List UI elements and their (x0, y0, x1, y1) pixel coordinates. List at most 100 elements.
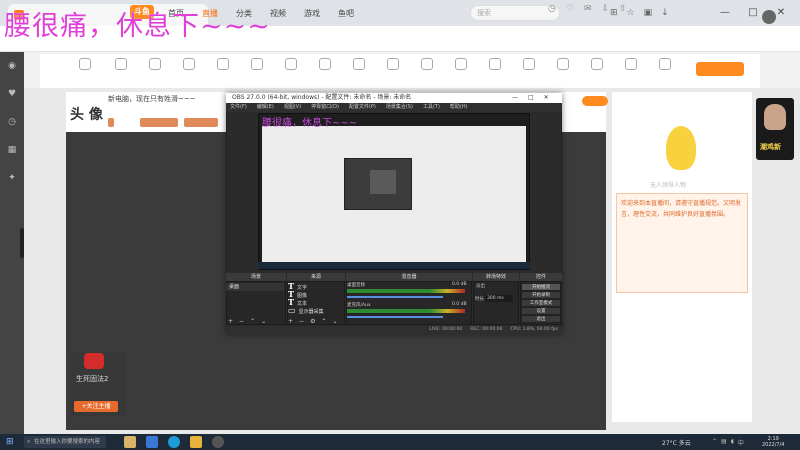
category-item[interactable] (208, 58, 238, 72)
category-item[interactable] (480, 58, 510, 72)
scene-item[interactable]: 桌面 (226, 283, 284, 291)
sidebar-shop-icon[interactable]: ✦ (0, 164, 24, 192)
windows-start-icon[interactable]: ⊞ (6, 437, 14, 447)
download-client-icon[interactable]: ⇩ (601, 4, 609, 14)
remove-icon[interactable]: − (299, 318, 304, 325)
gear-icon[interactable]: ⚙ (310, 318, 315, 325)
remove-icon[interactable]: − (239, 318, 244, 325)
start-streaming-button[interactable]: 开始推流 (521, 283, 561, 291)
nav-fish-bar[interactable]: 鱼吧 (338, 8, 354, 19)
message-icon[interactable]: ✉ (584, 4, 592, 14)
sidebar-history-icon[interactable]: ◷ (0, 108, 24, 136)
follow-button[interactable] (582, 96, 608, 106)
obs-menu-edit[interactable]: 编辑(E) (257, 103, 274, 112)
obs-menu-docks[interactable]: 停靠窗口(D) (311, 103, 339, 112)
nav-video[interactable]: 视频 (270, 8, 286, 19)
source-item[interactable]: T 文本 (288, 298, 344, 307)
category-icon (421, 58, 433, 70)
network-icon[interactable]: ▤ (721, 438, 727, 447)
room-tag[interactable] (184, 118, 218, 127)
star-icon[interactable]: ☆ (627, 8, 635, 18)
follow-icon[interactable]: ♡ (566, 4, 574, 14)
settings-button[interactable]: 设置 (521, 307, 561, 315)
rec-status: REC: 00:00:00 (470, 327, 503, 332)
category-icon (591, 58, 603, 70)
obs-app-icon[interactable] (212, 436, 224, 448)
sidebar-recommend-icon[interactable]: ◉ (0, 52, 24, 80)
obs-menu-file[interactable]: 文件(F) (230, 103, 247, 112)
category-item[interactable] (548, 58, 578, 72)
source-item[interactable]: T 文字 (288, 282, 344, 291)
transition-duration-input[interactable]: 300 ms (485, 295, 513, 302)
obs-menu-scene-collection[interactable]: 场景集合(S) (386, 103, 413, 112)
start-recording-button[interactable]: 开始录制 (521, 291, 561, 299)
category-item[interactable] (378, 58, 408, 72)
up-icon[interactable]: ⌃ (250, 318, 255, 325)
add-icon[interactable]: + (288, 318, 293, 325)
streamer-follow-button[interactable]: +关注主播 (74, 401, 118, 412)
studio-mode-button[interactable]: 工作室模式 (521, 299, 561, 307)
obs-maximize-button[interactable]: □ (528, 93, 534, 103)
down-icon[interactable]: ⌄ (332, 318, 337, 325)
source-item[interactable]: ▭ 显示器采集 (288, 306, 344, 315)
nav-game[interactable]: 游戏 (304, 8, 320, 19)
category-item[interactable] (514, 58, 544, 72)
category-item[interactable] (106, 58, 136, 72)
category-item[interactable] (344, 58, 374, 72)
down-icon[interactable]: ⌄ (261, 318, 266, 325)
preview-taskbar (258, 262, 530, 269)
obs-menubar: 文件(F) 编辑(E) 视图(V) 停靠窗口(D) 配置文件(P) 场景集合(S… (226, 103, 562, 112)
download-icon[interactable]: ↓ (661, 8, 669, 18)
obs-menu-help[interactable]: 帮助(H) (450, 103, 468, 112)
file-explorer-icon[interactable] (190, 436, 202, 448)
ad-text: 潮鸡新 (760, 143, 781, 151)
room-tag[interactable] (140, 118, 178, 127)
taskbar-clock[interactable]: 2:19 2022/7/4 (762, 436, 784, 448)
category-item[interactable] (310, 58, 340, 72)
taskbar-app-icon[interactable] (124, 436, 136, 448)
obs-menu-view[interactable]: 视图(V) (284, 103, 301, 112)
taskbar-search-input[interactable]: 在这里输入你要搜索的内容 (24, 436, 106, 448)
add-icon[interactable]: + (228, 318, 233, 325)
exit-button[interactable]: 退出 (521, 315, 561, 323)
obs-menu-profile[interactable]: 配置文件(P) (349, 103, 376, 112)
collection-icon[interactable]: ▣ (644, 8, 653, 18)
source-item[interactable]: T 图像 (288, 290, 344, 299)
obs-minimize-button[interactable]: — (512, 93, 518, 103)
obs-close-button[interactable]: ✕ (544, 93, 549, 103)
sidebar-category-icon[interactable]: ▦ (0, 136, 24, 164)
minimize-button[interactable]: — (712, 2, 738, 22)
obs-menu-tools[interactable]: 工具(T) (423, 103, 440, 112)
category-item[interactable] (242, 58, 272, 72)
volume-icon[interactable]: ◖ (731, 438, 734, 447)
category-item[interactable] (140, 58, 170, 72)
category-item[interactable] (582, 58, 612, 72)
category-icon (285, 58, 297, 70)
scenes-dock-header: 场景 (226, 273, 286, 281)
transition-name[interactable]: 淡出 (476, 283, 485, 289)
history-icon[interactable]: ◷ (548, 4, 556, 14)
task-view-icon[interactable] (146, 436, 158, 448)
close-button[interactable]: ✕ (768, 2, 794, 22)
category-item[interactable] (412, 58, 442, 72)
weather-widget[interactable]: 27°C 多云 (662, 438, 691, 447)
category-item[interactable] (650, 58, 680, 72)
category-item[interactable] (70, 58, 100, 72)
scenes-dock-buttons: + − ⌃ ⌄ (228, 318, 266, 325)
chevron-up-icon[interactable]: ⌃ (712, 438, 717, 447)
open-live-button[interactable] (696, 62, 744, 76)
mixer-volume-slider[interactable] (347, 296, 443, 298)
edge-browser-icon[interactable] (168, 436, 180, 448)
category-item[interactable] (174, 58, 204, 72)
up-icon[interactable]: ⌃ (321, 318, 326, 325)
site-search-input[interactable]: 搜索 (470, 5, 560, 21)
category-item[interactable] (276, 58, 306, 72)
sidebar-follow-icon[interactable]: ♥ (0, 80, 24, 108)
category-item[interactable] (616, 58, 646, 72)
maximize-button[interactable]: □ (740, 2, 766, 22)
upload-icon[interactable]: ⇧ (619, 4, 627, 14)
category-item[interactable] (446, 58, 476, 72)
mixer-volume-slider[interactable] (347, 316, 443, 318)
ime-icon[interactable]: 中 (738, 438, 744, 447)
room-tag[interactable] (108, 118, 114, 127)
